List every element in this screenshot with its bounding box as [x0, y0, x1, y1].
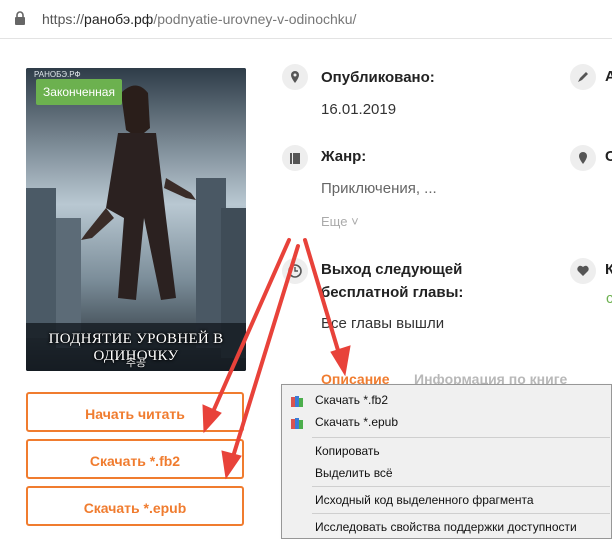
- context-menu-item-select-all[interactable]: Выделить всё: [282, 462, 612, 484]
- context-menu-label: Выделить всё: [315, 466, 393, 480]
- context-menu-label: Копировать: [315, 444, 380, 458]
- menu-separator: [312, 437, 610, 438]
- download-book-icon: [290, 415, 304, 429]
- context-menu-label: Скачать *.fb2: [315, 393, 389, 407]
- context-menu-item-download-fb2[interactable]: Скачать *.fb2: [282, 389, 612, 411]
- context-menu-item-copy[interactable]: Копировать: [282, 440, 612, 462]
- context-menu[interactable]: Скачать *.fb2 Скачать *.epub Копировать …: [281, 384, 612, 539]
- context-menu-item-inspect-accessibility[interactable]: Исследовать свойства поддержки доступнос…: [282, 516, 612, 538]
- context-menu-label: Исследовать свойства поддержки доступнос…: [315, 520, 577, 534]
- menu-separator: [312, 486, 610, 487]
- context-menu-label: Скачать *.epub: [315, 415, 399, 429]
- context-menu-label: Исходный код выделенного фрагмента: [315, 493, 534, 507]
- context-menu-item-download-epub[interactable]: Скачать *.epub: [282, 411, 612, 433]
- menu-separator: [312, 513, 610, 514]
- context-menu-item-view-source[interactable]: Исходный код выделенного фрагмента: [282, 489, 612, 511]
- download-book-icon: [290, 393, 304, 407]
